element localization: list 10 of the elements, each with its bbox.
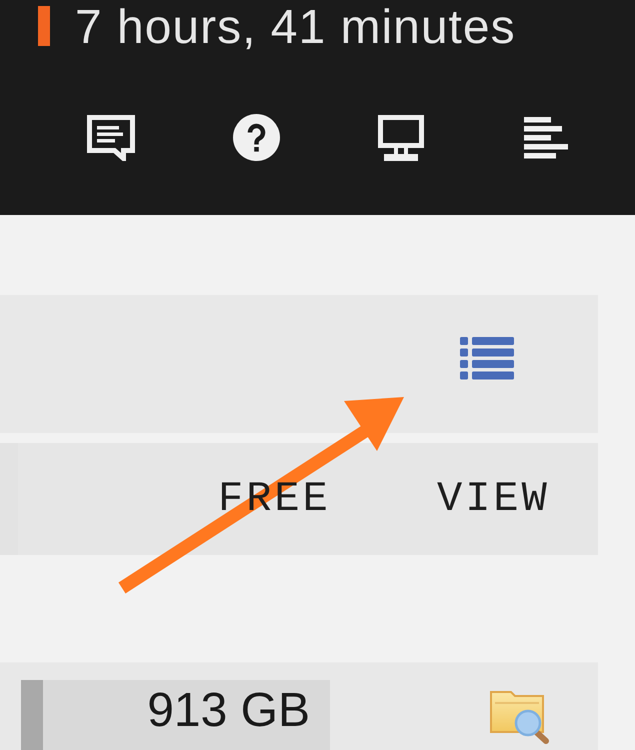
- free-space-value: 913 GB: [147, 683, 310, 739]
- time-remaining: 7 hours, 41 minutes: [75, 0, 516, 56]
- list-view-icon[interactable]: [460, 337, 514, 380]
- chat-icon[interactable]: [87, 114, 135, 161]
- accent-marker: [38, 6, 50, 46]
- help-icon[interactable]: [232, 114, 280, 161]
- folder-search-icon[interactable]: [490, 689, 550, 745]
- monitor-icon[interactable]: [377, 114, 425, 161]
- menu-icon[interactable]: [522, 114, 570, 161]
- column-header: VIEW: [437, 475, 550, 523]
